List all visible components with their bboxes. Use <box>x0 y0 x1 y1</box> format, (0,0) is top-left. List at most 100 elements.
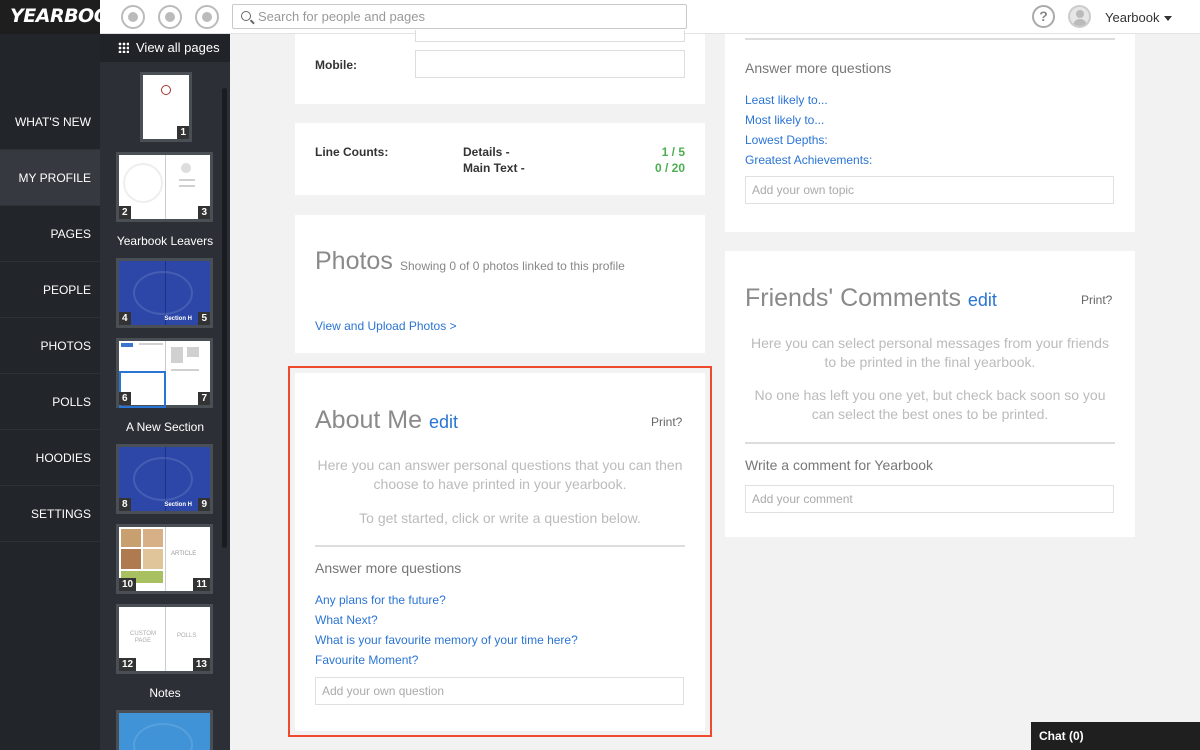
photos-subtitle: Showing 0 of 0 photos linked to this pro… <box>400 259 625 273</box>
own-question-input[interactable] <box>315 677 684 705</box>
comment-input[interactable] <box>745 485 1114 513</box>
search-box[interactable] <box>232 4 687 29</box>
topic-link[interactable]: Most likely to... <box>745 113 824 127</box>
previous-field[interactable] <box>415 30 685 42</box>
chevron-down-icon[interactable] <box>1164 16 1172 21</box>
main-text-count: 0 / 20 <box>654 161 685 175</box>
write-comment-heading: Write a comment for Yearbook <box>745 457 934 473</box>
divider <box>745 38 1115 40</box>
question-link[interactable]: Any plans for the future? <box>315 593 446 607</box>
divider <box>315 545 685 547</box>
page-thumbnail[interactable]: 1 <box>140 72 192 142</box>
page-number: 9 <box>198 498 210 511</box>
page-number: 10 <box>119 578 137 591</box>
notifications-icon[interactable] <box>121 5 145 29</box>
nav-item-settings[interactable]: SETTINGS <box>0 486 100 542</box>
page-number: 5 <box>198 312 210 325</box>
page-spread-thumbnail[interactable]: Section H 4 5 <box>116 258 213 328</box>
page-number: 13 <box>192 658 210 671</box>
section-label: A New Section <box>125 420 205 434</box>
article-label: ARTICLE <box>171 551 197 557</box>
about-me-edit-link[interactable]: edit <box>429 412 458 432</box>
nav-item-polls[interactable]: POLLS <box>0 374 100 430</box>
grid-icon <box>118 42 129 53</box>
app-logo[interactable]: YEARBOOK <box>0 0 124 34</box>
nav-item-my-profile[interactable]: MY PROFILE <box>0 150 100 206</box>
friends-comments-title: Friends' Comments edit <box>745 284 997 313</box>
view-all-pages-button[interactable]: View all pages <box>100 34 230 62</box>
friends-comments-title-text: Friends' Comments <box>745 284 961 312</box>
polls-label: POLLS <box>177 633 197 639</box>
line-counts-card: Line Counts: Details - Main Text - 1 / 5… <box>295 123 705 195</box>
mobile-label: Mobile: <box>315 58 357 72</box>
top-bar: YEARBOOK ? Yearbook <box>0 0 1200 34</box>
page-number: 7 <box>198 392 210 405</box>
page-spread-thumbnail[interactable]: 6 7 <box>116 338 213 408</box>
about-me-start-hint: To get started, click or write a questio… <box>359 510 641 526</box>
page-spread-thumbnail[interactable]: ARTICLE 10 11 <box>116 524 213 594</box>
about-me-title-text: About Me <box>315 406 423 434</box>
question-link[interactable]: What is your favourite memory of your ti… <box>315 633 578 647</box>
upload-photos-link[interactable]: View and Upload Photos > <box>315 319 457 333</box>
nav-item-whats-new[interactable]: WHAT'S NEW <box>0 94 100 150</box>
topics-card: Answer more questions Least likely to...… <box>725 34 1135 232</box>
page-number: 6 <box>119 392 131 405</box>
photos-title: Photos <box>315 247 393 275</box>
contact-card: Mobile: <box>295 30 705 104</box>
about-me-intro: Here you can answer personal questions t… <box>317 457 683 492</box>
friends-comments-intro: Here you can select personal messages fr… <box>751 335 1109 370</box>
friends-comments-empty: No one has left you one yet, but check b… <box>754 387 1106 422</box>
search-input[interactable] <box>258 7 678 26</box>
topic-link[interactable]: Least likely to... <box>745 93 828 107</box>
friends-comments-card: Friends' Comments edit Print? Here you c… <box>725 251 1135 537</box>
page-number: 2 <box>119 206 131 219</box>
own-topic-input[interactable] <box>745 176 1114 204</box>
crest-icon <box>161 85 171 95</box>
search-icon <box>241 11 251 21</box>
section-tag: Section H <box>164 502 192 508</box>
main-nav: WHAT'S NEW MY PROFILE PAGES PEOPLE PHOTO… <box>0 34 100 750</box>
friends-comments-print-toggle[interactable]: Print? <box>1081 293 1112 307</box>
topic-link[interactable]: Lowest Depths: <box>745 133 828 147</box>
page-number: 3 <box>198 206 210 219</box>
friends-icon[interactable] <box>158 5 182 29</box>
section-label: Yearbook Leavers <box>116 234 214 248</box>
about-me-print-toggle[interactable]: Print? <box>651 415 682 429</box>
page-number: 11 <box>193 578 210 591</box>
pages-scrollbar[interactable] <box>222 88 227 548</box>
nav-item-photos[interactable]: PHOTOS <box>0 318 100 374</box>
nav-item-hoodies[interactable]: HOODIES <box>0 430 100 486</box>
page-spread-thumbnail[interactable]: 2 3 <box>116 152 213 222</box>
page-number: 8 <box>119 498 131 511</box>
user-menu-name[interactable]: Yearbook <box>1105 10 1159 25</box>
nav-item-people[interactable]: PEOPLE <box>0 262 100 318</box>
view-all-pages-label: View all pages <box>136 40 220 55</box>
topics-answer-more-heading: Answer more questions <box>745 60 892 76</box>
chat-button[interactable]: Chat (0) <box>1031 722 1200 750</box>
page-spread-thumbnail[interactable] <box>116 710 213 750</box>
nav-item-pages[interactable]: PAGES <box>0 206 100 262</box>
custom-page-label: CUSTOM PAGE <box>130 631 156 644</box>
main-text-label: Main Text - <box>463 161 525 175</box>
friends-comments-edit-link[interactable]: edit <box>968 290 997 310</box>
help-icon[interactable]: ? <box>1032 5 1055 28</box>
mobile-field[interactable] <box>415 50 685 78</box>
logo-placeholder <box>123 163 163 203</box>
section-tag: Section H <box>164 316 192 322</box>
page-number: 12 <box>119 658 137 671</box>
messages-icon[interactable] <box>195 5 219 29</box>
avatar[interactable] <box>1068 5 1091 28</box>
page-number: 1 <box>177 126 189 139</box>
section-label: Notes <box>149 686 181 700</box>
answer-more-heading: Answer more questions <box>315 560 462 576</box>
question-link[interactable]: Favourite Moment? <box>315 653 418 667</box>
about-me-title: About Me edit <box>315 406 458 435</box>
page-spread-thumbnail[interactable]: CUSTOM PAGE POLLS 12 13 <box>116 604 213 674</box>
page-spread-thumbnail[interactable]: Section H 8 9 <box>116 444 213 514</box>
page-number: 4 <box>119 312 131 325</box>
topic-link[interactable]: Greatest Achievements: <box>745 153 872 167</box>
question-link[interactable]: What Next? <box>315 613 378 627</box>
photos-card: Photos Showing 0 of 0 photos linked to t… <box>295 215 705 353</box>
about-me-card: About Me edit Print? Here you can answer… <box>295 373 705 731</box>
line-counts-label: Line Counts: <box>315 145 389 159</box>
